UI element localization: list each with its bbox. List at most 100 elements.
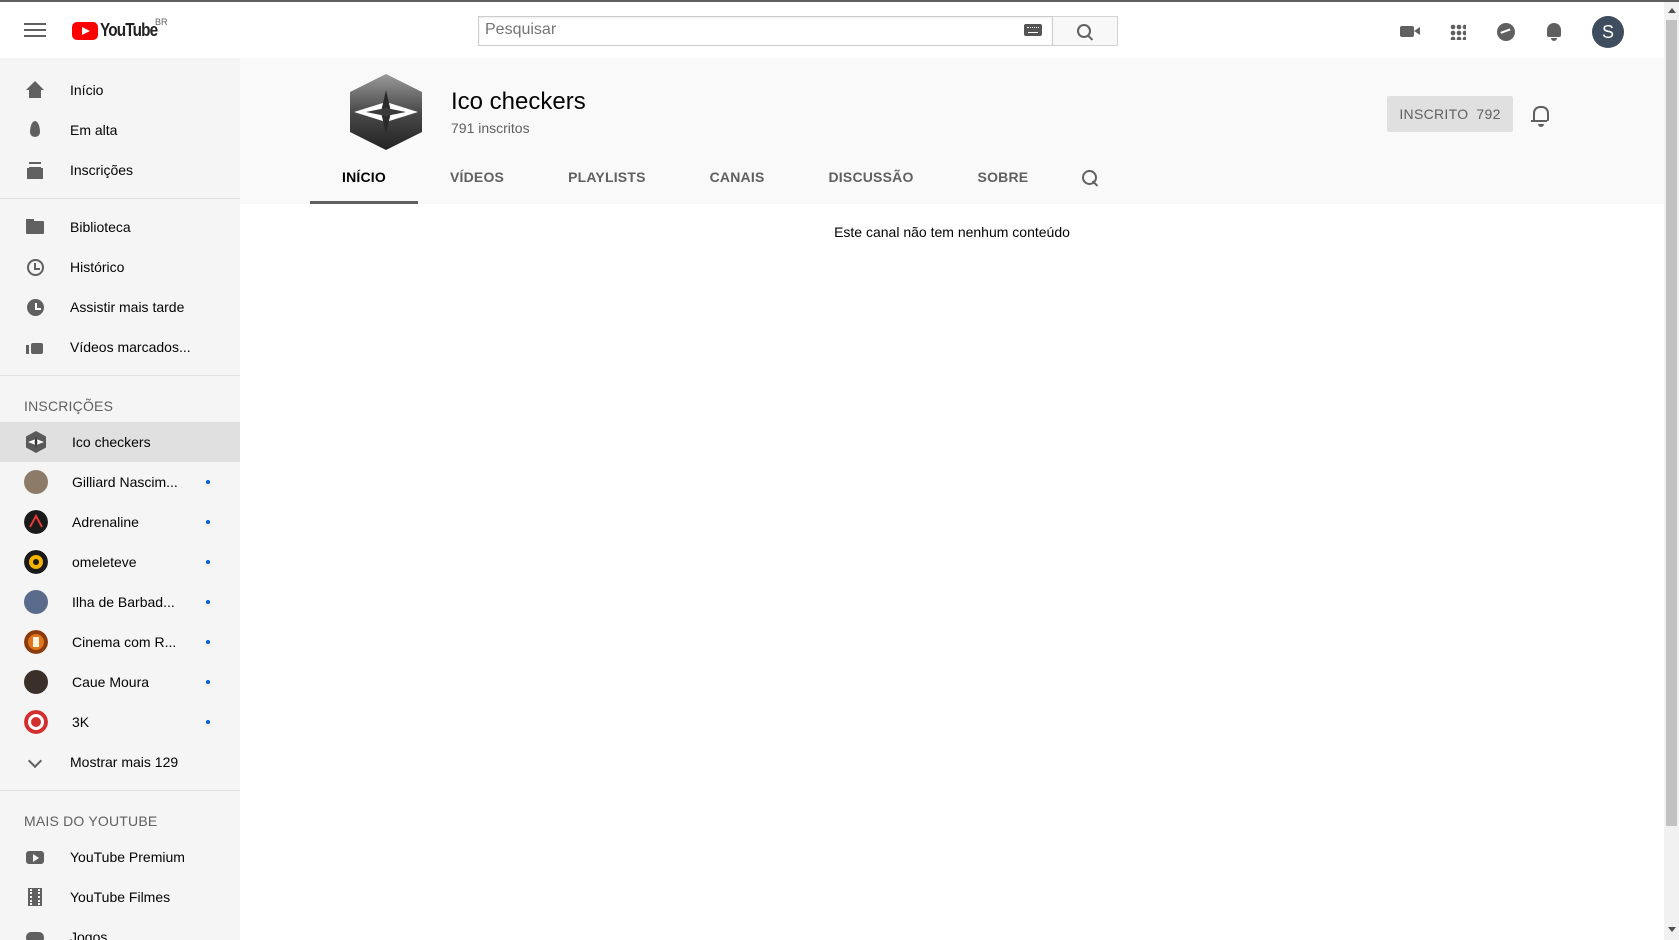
sidebar-item-3k[interactable]: 3K — [0, 702, 240, 742]
sidebar-item-historico[interactable]: Histórico — [0, 247, 240, 287]
sidebar-item-inicio[interactable]: Início — [0, 70, 240, 110]
scrollbar-thumb[interactable] — [1666, 20, 1677, 826]
sidebar-item-adrenaline[interactable]: Adrenaline — [0, 502, 240, 542]
sidebar-item-videos-marcados[interactable]: Vídeos marcados... — [0, 327, 240, 367]
tab-discussao[interactable]: DISCUSSÃO — [797, 150, 946, 204]
new-content-dot — [206, 600, 210, 604]
trending-fire-icon — [24, 119, 46, 141]
sidebar-item-label: Ico checkers — [72, 434, 151, 450]
sidebar-item-cinema-com-rapadura[interactable]: Cinema com R... — [0, 622, 240, 662]
scrollbar[interactable] — [1664, 2, 1679, 940]
apps-grid-icon — [1450, 24, 1466, 40]
sidebar-item-jogos[interactable]: Jogos — [0, 917, 240, 940]
sidebar-item-inscricoes[interactable]: Inscrições — [0, 150, 240, 190]
notification-bell-button[interactable] — [1528, 104, 1552, 128]
sidebar-item-gilliard[interactable]: Gilliard Nascim... — [0, 462, 240, 502]
channel-avatar — [24, 630, 48, 654]
tab-sobre[interactable]: SOBRE — [946, 150, 1061, 204]
channel-avatar — [24, 550, 48, 574]
sidebar: Início Em alta Inscrições Biblioteca His… — [0, 58, 240, 940]
channel-avatar — [24, 710, 48, 734]
watch-later-clock-icon — [24, 296, 46, 318]
messages-icon — [1497, 23, 1515, 41]
liked-thumb-icon — [24, 336, 46, 358]
channel-avatar — [24, 670, 48, 694]
apps-button[interactable] — [1438, 12, 1478, 52]
history-icon — [24, 256, 46, 278]
sidebar-item-omeleteve[interactable]: omeleteve — [0, 542, 240, 582]
more-from-youtube-title: MAIS DO YOUTUBE — [24, 813, 158, 829]
channel-avatar — [26, 431, 46, 453]
library-folder-icon — [24, 216, 46, 238]
chevron-down-icon — [24, 751, 46, 773]
search-icon — [1082, 170, 1098, 185]
country-code: BR — [155, 17, 168, 27]
subscriptions-icon — [24, 159, 46, 181]
sidebar-item-label: omeleteve — [72, 554, 137, 570]
tab-videos[interactable]: VÍDEOS — [418, 150, 536, 204]
sidebar-item-ico-checkers[interactable]: Ico checkers — [0, 422, 240, 462]
subscriptions-section-title: INSCRIÇÕES — [24, 398, 114, 414]
sidebar-item-label: Assistir mais tarde — [70, 299, 185, 315]
home-icon — [24, 79, 46, 101]
notifications-button[interactable] — [1534, 12, 1574, 52]
show-more-button[interactable]: Mostrar mais 129 — [0, 742, 240, 782]
subscribed-button[interactable]: INSCRITO 792 — [1387, 96, 1513, 132]
scroll-up-arrow-icon[interactable] — [1668, 8, 1676, 13]
search-icon — [1077, 24, 1092, 38]
search-input[interactable] — [479, 17, 1005, 43]
sidebar-item-youtube-premium[interactable]: YouTube Premium — [0, 837, 240, 877]
logo-text: YouTube — [100, 20, 158, 40]
sidebar-item-em-alta[interactable]: Em alta — [0, 110, 240, 150]
subscribed-count: 792 — [1476, 106, 1501, 122]
subscriber-count: 791 inscritos — [451, 120, 530, 136]
sidebar-item-label: Em alta — [70, 122, 118, 138]
sidebar-item-youtube-filmes[interactable]: YouTube Filmes — [0, 877, 240, 917]
keyboard-icon[interactable] — [1024, 24, 1043, 36]
avatar[interactable]: S — [1592, 16, 1624, 48]
sidebar-item-label: Gilliard Nascim... — [72, 474, 178, 490]
tab-inicio[interactable]: INÍCIO — [310, 150, 418, 204]
notifications-bell-icon — [1547, 23, 1561, 41]
sidebar-item-biblioteca[interactable]: Biblioteca — [0, 207, 240, 247]
video-camera-icon — [1400, 26, 1420, 37]
empty-channel-message: Este canal não tem nenhum conteúdo — [834, 224, 1070, 240]
bell-icon — [1531, 106, 1549, 127]
channel-search-button[interactable] — [1060, 150, 1124, 204]
sidebar-item-label: Adrenaline — [72, 514, 139, 530]
messages-button[interactable] — [1486, 12, 1526, 52]
new-content-dot — [206, 480, 210, 484]
new-content-dot — [206, 560, 210, 564]
sidebar-item-assistir-mais-tarde[interactable]: Assistir mais tarde — [0, 287, 240, 327]
sidebar-item-label: YouTube Premium — [70, 849, 185, 865]
sidebar-item-ilha-de-barbados[interactable]: Ilha de Barbad... — [0, 582, 240, 622]
sidebar-item-label: Ilha de Barbad... — [72, 594, 175, 610]
search-box — [478, 16, 1054, 46]
sidebar-item-label: Cinema com R... — [72, 634, 177, 650]
channel-logo — [350, 74, 422, 150]
channel-avatar — [24, 590, 48, 614]
divider — [0, 790, 240, 791]
youtube-logo[interactable]: YouTube BR — [72, 17, 168, 41]
sidebar-item-label: 3K — [72, 714, 90, 730]
new-content-dot — [206, 720, 210, 724]
show-more-label: Mostrar mais 129 — [70, 754, 179, 770]
sidebar-item-caue-moura[interactable]: Caue Moura — [0, 662, 240, 702]
menu-icon[interactable] — [24, 20, 46, 40]
channel-content: Este canal não tem nenhum conteúdo — [240, 204, 1664, 940]
channel-avatar — [24, 470, 48, 494]
sidebar-item-label: Jogos — [70, 929, 108, 940]
search-button[interactable] — [1053, 16, 1118, 46]
channel-tabs: INÍCIO VÍDEOS PLAYLISTS CANAIS DISCUSSÃO… — [310, 150, 1124, 204]
film-icon — [24, 886, 46, 908]
tab-playlists[interactable]: PLAYLISTS — [536, 150, 678, 204]
create-video-button[interactable] — [1390, 12, 1430, 52]
sidebar-item-label: YouTube Filmes — [70, 889, 171, 905]
tab-canais[interactable]: CANAIS — [678, 150, 797, 204]
channel-avatar — [24, 510, 48, 534]
masthead-actions: S — [1382, 12, 1624, 52]
sidebar-item-label: Início — [70, 82, 104, 98]
search-bar — [478, 16, 1118, 46]
divider — [0, 198, 240, 199]
scroll-down-arrow-icon[interactable] — [1668, 927, 1676, 932]
